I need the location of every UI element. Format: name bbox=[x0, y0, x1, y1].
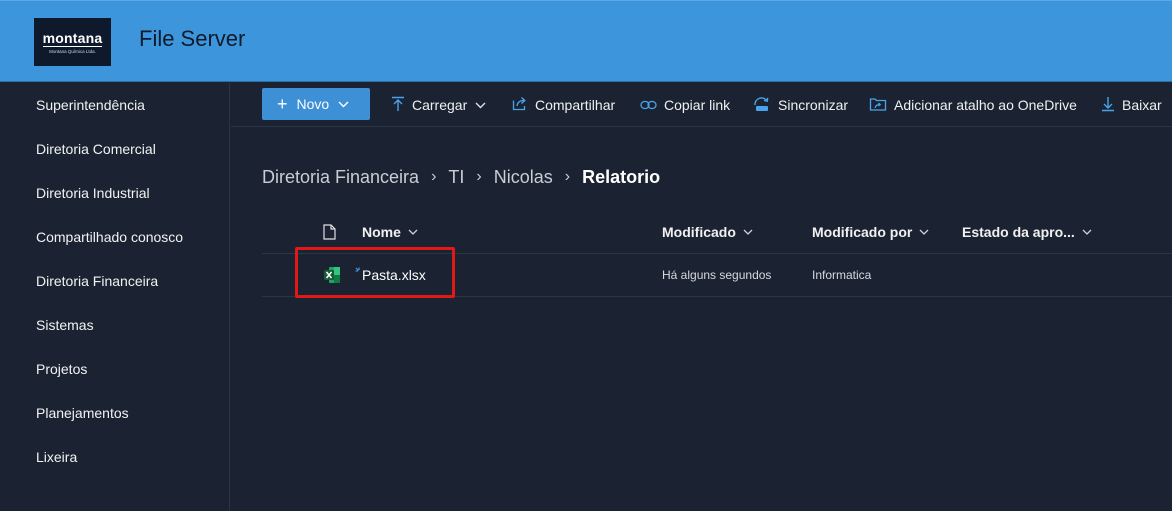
column-header-modified-by[interactable]: Modificado por bbox=[812, 224, 929, 240]
download-label: Baixar bbox=[1122, 97, 1162, 113]
copy-link-button[interactable]: Copiar link bbox=[640, 95, 730, 115]
command-bar: + Novo Carregar Compartilhar Copiar link… bbox=[231, 83, 1172, 127]
share-label: Compartilhar bbox=[535, 97, 616, 113]
sidebar-item-lixeira[interactable]: Lixeira bbox=[36, 449, 77, 465]
link-icon bbox=[640, 97, 664, 113]
chevron-right-icon: › bbox=[431, 168, 437, 185]
file-name-link[interactable]: Pasta.xlsx bbox=[362, 267, 426, 283]
new-button-label: Novo bbox=[296, 96, 330, 112]
download-button[interactable]: Baixar bbox=[1101, 95, 1162, 115]
sync-label: Sincronizar bbox=[778, 97, 849, 113]
modified-by-cell: Informatica bbox=[812, 268, 872, 282]
chevron-down-icon bbox=[919, 229, 929, 235]
breadcrumb-current: Relatorio bbox=[582, 166, 661, 187]
column-header-modified-by-label: Modificado por bbox=[812, 224, 913, 240]
sidebar-item-superintendencia[interactable]: Superintendência bbox=[36, 97, 145, 113]
file-list-header: Nome Modificado Modificado por Estado da… bbox=[262, 211, 1172, 254]
sidebar-nav: Superintendência Diretoria Comercial Dir… bbox=[0, 83, 230, 511]
sync-icon bbox=[753, 96, 778, 115]
sidebar-item-compartilhado-conosco[interactable]: Compartilhado conosco bbox=[36, 229, 183, 245]
sidebar-item-planejamentos[interactable]: Planejamentos bbox=[36, 405, 129, 421]
chevron-down-icon bbox=[1082, 229, 1092, 235]
download-icon bbox=[1101, 96, 1122, 115]
column-header-name-label: Nome bbox=[362, 224, 401, 240]
logo-subtitle: Montana Química Ltda. bbox=[49, 48, 96, 54]
chevron-down-icon bbox=[338, 101, 349, 108]
onedrive-shortcut-icon bbox=[869, 96, 894, 115]
file-type-icon[interactable] bbox=[323, 224, 336, 245]
column-header-approval-status[interactable]: Estado da apro... bbox=[962, 224, 1092, 240]
chevron-right-icon: › bbox=[564, 168, 571, 185]
plus-icon: + bbox=[277, 94, 288, 114]
column-header-modified[interactable]: Modificado bbox=[662, 224, 753, 240]
upload-button[interactable]: Carregar bbox=[391, 95, 493, 115]
excel-file-icon bbox=[323, 266, 341, 289]
share-button[interactable]: Compartilhar bbox=[512, 95, 615, 115]
sync-button[interactable]: Sincronizar bbox=[753, 95, 848, 115]
modified-cell: Há alguns segundos bbox=[662, 268, 772, 282]
logo-wordmark: montana bbox=[42, 29, 103, 47]
column-header-modified-label: Modificado bbox=[662, 224, 736, 240]
add-onedrive-shortcut-button[interactable]: Adicionar atalho ao OneDrive bbox=[869, 95, 1077, 115]
chevron-down-icon bbox=[408, 229, 418, 235]
sidebar-item-projetos[interactable]: Projetos bbox=[36, 361, 87, 377]
table-row[interactable]: Pasta.xlsx Há alguns segundos Informatic… bbox=[262, 254, 1172, 297]
company-logo[interactable]: montana Montana Química Ltda. bbox=[34, 18, 111, 66]
new-button[interactable]: + Novo bbox=[262, 88, 370, 120]
chevron-down-icon bbox=[475, 102, 493, 109]
breadcrumb-item[interactable]: Nicolas bbox=[494, 167, 553, 188]
breadcrumb-item[interactable]: Diretoria Financeira bbox=[262, 167, 419, 188]
upload-label: Carregar bbox=[412, 97, 468, 113]
sidebar-item-diretoria-financeira[interactable]: Diretoria Financeira bbox=[36, 273, 158, 289]
upload-icon bbox=[391, 96, 412, 115]
onedrive-shortcut-label: Adicionar atalho ao OneDrive bbox=[894, 97, 1077, 113]
app-title[interactable]: File Server bbox=[139, 26, 245, 52]
chevron-right-icon: › bbox=[476, 168, 482, 185]
sidebar-item-diretoria-comercial[interactable]: Diretoria Comercial bbox=[36, 141, 156, 157]
breadcrumb-item[interactable]: TI bbox=[448, 167, 464, 188]
column-header-approval-label: Estado da apro... bbox=[962, 224, 1075, 240]
chevron-down-icon bbox=[743, 229, 753, 235]
column-header-name[interactable]: Nome bbox=[362, 224, 418, 240]
copy-link-label: Copiar link bbox=[664, 97, 731, 113]
sidebar-item-diretoria-industrial[interactable]: Diretoria Industrial bbox=[36, 185, 150, 201]
breadcrumb: Diretoria Financeira › TI › Nicolas › Re… bbox=[262, 166, 660, 188]
share-icon bbox=[512, 96, 535, 114]
app-header: montana Montana Química Ltda. File Serve… bbox=[0, 0, 1172, 82]
sidebar-item-sistemas[interactable]: Sistemas bbox=[36, 317, 94, 333]
